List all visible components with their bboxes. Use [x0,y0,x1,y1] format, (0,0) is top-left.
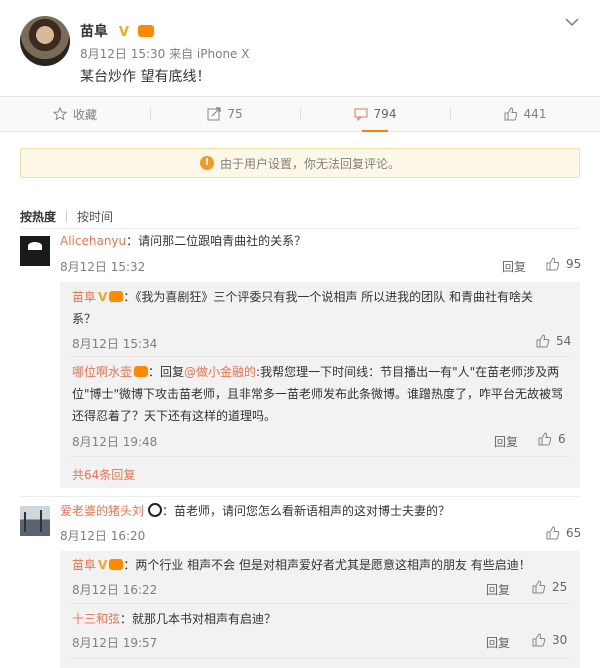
member-level-icon [137,25,154,37]
sub-reply-like-count: 25 [552,580,568,594]
comment-like-button[interactable]: 95 [546,257,581,271]
sub-reply-like-count: 30 [552,633,568,647]
commenter-avatar[interactable] [20,236,50,266]
mention-link[interactable]: @做小金融的 [184,365,256,379]
member-level-icon [134,366,149,377]
reply-button[interactable]: 回复 [502,258,526,275]
commenter-avatar[interactable] [20,506,50,536]
favorite-button[interactable]: 收藏 [0,97,150,131]
sub-reply-time: 8月12日 19:48 [72,435,158,449]
verified-v-icon: V [98,290,108,304]
comment-text: ：苗老师，请问您怎么看新语相声的这对博士夫妻的？ [162,504,451,518]
like-button[interactable]: 441 [450,97,600,131]
divider [70,603,570,604]
sub-replier-name[interactable]: 苗阜 [72,558,96,572]
sub-reply-like-count: 54 [556,334,572,348]
sub-reply-like-count: 6 [558,432,566,446]
verified-v-icon: V [118,25,129,40]
reply-button[interactable]: 回复 [486,581,510,598]
post-text: 某台炒作 望有底线！ [80,69,211,85]
comment-count: 794 [373,107,397,121]
sort-bar: 按热度 按时间 [20,208,113,225]
thumbs-up-icon [546,526,560,540]
sub-reply-text: ：两个行业 相声不会 但是对相声爱好者尤其是愿意这相声的朋友 有些启迪！ [123,558,531,572]
repost-count: 75 [227,107,243,121]
warning-icon: ! [199,156,214,170]
like-count: 441 [523,107,547,121]
divider [20,228,580,229]
comment-like-button[interactable]: 65 [546,526,581,540]
repost-button[interactable]: 75 [150,97,300,131]
divider [20,496,580,497]
divider [70,658,570,659]
sub-reply-like-button[interactable]: 54 [536,334,571,348]
sub-replier-name[interactable]: 哪位啊水壶 [72,365,132,379]
sub-reply-text: ：回复 [148,365,185,379]
comment-like-count: 95 [566,257,582,271]
comment-icon [354,108,368,121]
action-bar: 收藏 75 794 441 [0,96,600,132]
thumbs-up-icon [536,334,550,348]
chevron-down-icon[interactable] [564,16,580,28]
thumbs-up-icon [504,107,517,121]
sub-reply-text-row: 十三和弦：就那几本书对相声有启迪？ [72,608,276,630]
sub-reply-text: ：就那几本书对相声有启迪？ [120,612,277,626]
sub-reply-text-row: 苗阜 V ：两个行业 相声不会 但是对相声爱好者尤其是愿意这相声的朋友 有些启迪！ [72,554,531,576]
author-name[interactable]: 苗阜 [80,24,108,40]
verified-v-icon: V [98,558,108,572]
sub-reply-time: 8月12日 15:34 [72,337,158,351]
member-level-icon [109,559,124,570]
sub-reply-text-cont: 系？ [72,312,97,326]
comment-button[interactable]: 794 [300,97,450,132]
sub-reply-time: 8月12日 19:57 [72,636,158,650]
reply-disabled-notice: ! 由于用户设置，你无法回复评论。 [20,148,580,178]
comment-text-row: 爱老婆的猪头刘 ：苗老师，请问您怎么看新语相声的这对博士夫妻的？ [60,500,450,522]
sub-reply-text-row: 苗阜 V ：《我为喜剧狂》三个评委只有我一个说相声 所以进我的团队 和青曲社有啥关 [72,286,533,308]
reply-button[interactable]: 回复 [486,634,510,651]
thumbs-up-icon [532,580,546,594]
sub-reply-text-cont: 还得忍着了？天下还有这样的道理吗。 [72,409,277,423]
author-avatar[interactable] [20,16,70,66]
panda-emoji-icon [148,503,163,517]
divider [70,456,570,457]
divider [66,211,68,222]
reply-button[interactable]: 回复 [494,433,518,450]
sub-reply-like-button[interactable]: 6 [538,432,566,446]
favorite-label: 收藏 [72,107,97,122]
sub-reply-like-button[interactable]: 25 [532,580,567,594]
sub-reply-like-button[interactable]: 30 [532,633,567,647]
comment-time: 8月12日 15:32 [60,260,146,274]
thumbs-up-icon [532,633,546,647]
sub-replier-name[interactable]: 十三和弦 [72,612,120,626]
comment-text: ：请问那二位跟咱青曲社的关系？ [126,234,307,248]
notice-text: 由于用户设置，你无法回复评论。 [219,156,400,171]
star-icon [52,107,67,121]
weibo-post: 苗阜 V 8月12日 15:30 来自 iPhone X 某台炒作 望有底线！ [0,0,600,96]
thumbs-up-icon [546,257,560,271]
sort-by-hot[interactable]: 按热度 [20,210,56,224]
sub-replier-name[interactable]: 苗阜 [72,290,96,304]
sort-by-time[interactable]: 按时间 [77,210,113,224]
repost-icon [207,107,221,121]
more-replies-link[interactable]: 共64条回复 [72,466,135,483]
comment-like-count: 65 [566,526,582,540]
sub-reply-time: 8月12日 16:22 [72,583,158,597]
commenter-name[interactable]: Alicehanyu [60,234,126,248]
author-row: 苗阜 V [80,21,154,41]
comment-text-row: Alicehanyu：请问那二位跟咱青曲社的关系？ [60,230,306,252]
sub-reply-text-row: 哪位啊水壶 ：回复@做小金融的:我帮您理一下时间线：节目播出一有"人"在苗老师涉及… [72,361,559,383]
comment-time: 8月12日 16:20 [60,529,146,543]
member-level-icon [109,291,124,302]
sub-reply-text: :我帮您理一下时间线：节目播出一有"人"在苗老师涉及两 [256,365,560,379]
divider [70,356,570,357]
thumbs-up-icon [538,432,552,446]
sub-reply-text-cont: 位"博士"微博下攻击苗老师，且非常多一苗老师发布此条微博。谁蹭热度了，咋平台无故… [72,387,564,401]
commenter-name[interactable]: 爱老婆的猪头刘 [60,504,144,518]
post-meta: 8月12日 15:30 来自 iPhone X [80,47,250,61]
sub-reply-text: ：《我为喜剧狂》三个评委只有我一个说相声 所以进我的团队 和青曲社有啥关 [123,290,533,304]
